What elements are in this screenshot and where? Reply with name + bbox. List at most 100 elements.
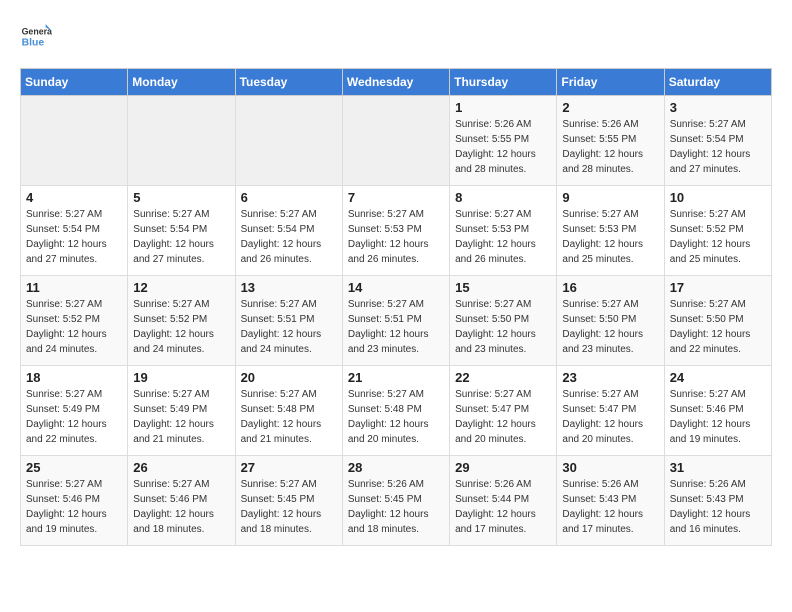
day-number: 19 [133,370,229,385]
day-info: Sunrise: 5:26 AM Sunset: 5:55 PM Dayligh… [455,117,551,177]
day-info: Sunrise: 5:27 AM Sunset: 5:46 PM Dayligh… [670,387,766,447]
day-info: Sunrise: 5:27 AM Sunset: 5:48 PM Dayligh… [348,387,444,447]
day-cell: 3Sunrise: 5:27 AM Sunset: 5:54 PM Daylig… [664,96,771,186]
day-info: Sunrise: 5:27 AM Sunset: 5:51 PM Dayligh… [241,297,337,357]
header-row: SundayMondayTuesdayWednesdayThursdayFrid… [21,69,772,96]
svg-text:Blue: Blue [22,38,45,49]
day-cell: 12Sunrise: 5:27 AM Sunset: 5:52 PM Dayli… [128,276,235,366]
page-header: GeneralBlue [20,20,772,52]
day-cell: 8 Sunrise: 5:27 AM Sunset: 5:53 PM Daylig… [450,186,557,276]
day-cell: 2 Sunrise: 5:26 AM Sunset: 5:55 PM Daylig… [557,96,664,186]
day-info: Sunrise: 5:27 AM Sunset: 5:47 PM Dayligh… [455,387,551,447]
day-info: Sunrise: 5:26 AM Sunset: 5:43 PM Dayligh… [562,477,658,537]
day-number: 23 [562,370,658,385]
day-cell: 1 Sunrise: 5:26 AM Sunset: 5:55 PM Daylig… [450,96,557,186]
day-cell: 28Sunrise: 5:26 AM Sunset: 5:45 PM Dayli… [342,456,449,546]
column-header-wednesday: Wednesday [342,69,449,96]
column-header-saturday: Saturday [664,69,771,96]
day-number: 21 [348,370,444,385]
day-cell: 19 Sunrise: 5:27 AM Sunset: 5:49 PM Dayli… [128,366,235,456]
day-cell: 4 Sunrise: 5:27 AM Sunset: 5:54 PM Daylig… [21,186,128,276]
day-cell: 21 Sunrise: 5:27 AM Sunset: 5:48 PM Dayli… [342,366,449,456]
day-info: Sunrise: 5:27 AM Sunset: 5:52 PM Dayligh… [670,207,766,267]
day-cell: 9 Sunrise: 5:27 AM Sunset: 5:53 PM Daylig… [557,186,664,276]
day-cell: 20 Sunrise: 5:27 AM Sunset: 5:48 PM Dayli… [235,366,342,456]
column-header-thursday: Thursday [450,69,557,96]
day-info: Sunrise: 5:27 AM Sunset: 5:46 PM Dayligh… [133,477,229,537]
day-info: Sunrise: 5:27 AM Sunset: 5:50 PM Dayligh… [455,297,551,357]
week-row-1: 1 Sunrise: 5:26 AM Sunset: 5:55 PM Daylig… [21,96,772,186]
day-number: 12 [133,280,229,295]
day-cell [21,96,128,186]
day-number: 6 [241,190,337,205]
column-header-tuesday: Tuesday [235,69,342,96]
day-number: 22 [455,370,551,385]
logo-icon: GeneralBlue [20,20,52,52]
column-header-monday: Monday [128,69,235,96]
day-info: Sunrise: 5:27 AM Sunset: 5:47 PM Dayligh… [562,387,658,447]
day-number: 20 [241,370,337,385]
day-info: Sunrise: 5:26 AM Sunset: 5:45 PM Dayligh… [348,477,444,537]
day-cell: 24 Sunrise: 5:27 AM Sunset: 5:46 PM Dayli… [664,366,771,456]
day-cell: 30Sunrise: 5:26 AM Sunset: 5:43 PM Dayli… [557,456,664,546]
day-number: 29 [455,460,551,475]
day-number: 11 [26,280,122,295]
day-info: Sunrise: 5:27 AM Sunset: 5:54 PM Dayligh… [241,207,337,267]
day-number: 10 [670,190,766,205]
day-number: 16 [562,280,658,295]
day-number: 4 [26,190,122,205]
day-number: 5 [133,190,229,205]
day-cell: 5 Sunrise: 5:27 AM Sunset: 5:54 PM Daylig… [128,186,235,276]
day-cell: 18 Sunrise: 5:27 AM Sunset: 5:49 PM Dayli… [21,366,128,456]
day-number: 13 [241,280,337,295]
day-info: Sunrise: 5:27 AM Sunset: 5:50 PM Dayligh… [670,297,766,357]
day-info: Sunrise: 5:27 AM Sunset: 5:49 PM Dayligh… [26,387,122,447]
day-cell: 15 Sunrise: 5:27 AM Sunset: 5:50 PM Dayli… [450,276,557,366]
day-cell: 22 Sunrise: 5:27 AM Sunset: 5:47 PM Dayli… [450,366,557,456]
day-cell: 29Sunrise: 5:26 AM Sunset: 5:44 PM Dayli… [450,456,557,546]
day-number: 25 [26,460,122,475]
week-row-4: 18 Sunrise: 5:27 AM Sunset: 5:49 PM Dayli… [21,366,772,456]
day-number: 27 [241,460,337,475]
day-number: 1 [455,100,551,115]
day-info: Sunrise: 5:27 AM Sunset: 5:53 PM Dayligh… [455,207,551,267]
day-cell: 7 Sunrise: 5:27 AM Sunset: 5:53 PM Daylig… [342,186,449,276]
day-info: Sunrise: 5:27 AM Sunset: 5:51 PM Dayligh… [348,297,444,357]
day-cell: 16Sunrise: 5:27 AM Sunset: 5:50 PM Dayli… [557,276,664,366]
column-header-friday: Friday [557,69,664,96]
day-info: Sunrise: 5:27 AM Sunset: 5:54 PM Dayligh… [26,207,122,267]
day-number: 2 [562,100,658,115]
day-cell: 14 Sunrise: 5:27 AM Sunset: 5:51 PM Dayli… [342,276,449,366]
day-info: Sunrise: 5:27 AM Sunset: 5:46 PM Dayligh… [26,477,122,537]
day-number: 15 [455,280,551,295]
day-info: Sunrise: 5:27 AM Sunset: 5:45 PM Dayligh… [241,477,337,537]
day-info: Sunrise: 5:27 AM Sunset: 5:53 PM Dayligh… [348,207,444,267]
week-row-2: 4 Sunrise: 5:27 AM Sunset: 5:54 PM Daylig… [21,186,772,276]
day-number: 3 [670,100,766,115]
day-cell: 27 Sunrise: 5:27 AM Sunset: 5:45 PM Dayli… [235,456,342,546]
day-number: 8 [455,190,551,205]
week-row-5: 25 Sunrise: 5:27 AM Sunset: 5:46 PM Dayli… [21,456,772,546]
day-info: Sunrise: 5:26 AM Sunset: 5:55 PM Dayligh… [562,117,658,177]
day-cell [128,96,235,186]
day-cell: 26Sunrise: 5:27 AM Sunset: 5:46 PM Dayli… [128,456,235,546]
day-info: Sunrise: 5:27 AM Sunset: 5:49 PM Dayligh… [133,387,229,447]
day-number: 17 [670,280,766,295]
day-number: 7 [348,190,444,205]
day-cell: 31Sunrise: 5:26 AM Sunset: 5:43 PM Dayli… [664,456,771,546]
day-number: 18 [26,370,122,385]
week-row-3: 11Sunrise: 5:27 AM Sunset: 5:52 PM Dayli… [21,276,772,366]
day-cell: 13 Sunrise: 5:27 AM Sunset: 5:51 PM Dayli… [235,276,342,366]
logo: GeneralBlue [20,20,52,52]
day-info: Sunrise: 5:27 AM Sunset: 5:54 PM Dayligh… [133,207,229,267]
day-info: Sunrise: 5:26 AM Sunset: 5:43 PM Dayligh… [670,477,766,537]
day-number: 24 [670,370,766,385]
day-number: 14 [348,280,444,295]
day-cell: 10 Sunrise: 5:27 AM Sunset: 5:52 PM Dayli… [664,186,771,276]
day-info: Sunrise: 5:27 AM Sunset: 5:48 PM Dayligh… [241,387,337,447]
day-cell: 6 Sunrise: 5:27 AM Sunset: 5:54 PM Daylig… [235,186,342,276]
column-header-sunday: Sunday [21,69,128,96]
day-number: 9 [562,190,658,205]
day-info: Sunrise: 5:27 AM Sunset: 5:53 PM Dayligh… [562,207,658,267]
day-cell: 11Sunrise: 5:27 AM Sunset: 5:52 PM Dayli… [21,276,128,366]
